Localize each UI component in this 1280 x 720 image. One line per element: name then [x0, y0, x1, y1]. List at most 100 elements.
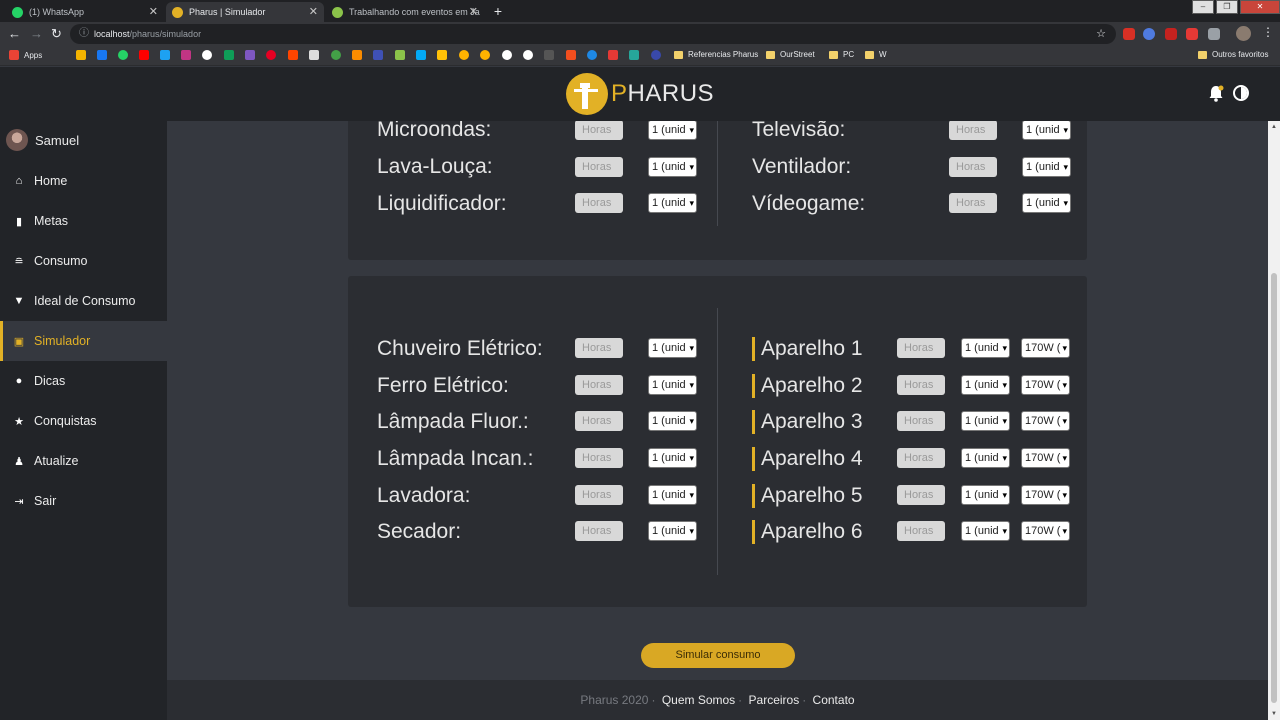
bookmark-icon[interactable] — [459, 50, 469, 60]
close-tab-icon[interactable]: ✕ — [309, 5, 318, 18]
bookmark-icon[interactable] — [245, 50, 255, 60]
facebook-icon[interactable] — [97, 50, 107, 60]
reload-icon[interactable]: ↻ — [51, 27, 62, 41]
bookmark-folder-outros[interactable]: Outros favoritos — [1198, 50, 1268, 59]
quantity-select[interactable]: 1 (unid ▾ — [1022, 193, 1071, 213]
quantity-select[interactable]: 1 (unid ▾ — [961, 338, 1010, 358]
sidebar-item-consumo[interactable]: ≘ Consumo — [0, 241, 167, 281]
extension-icon[interactable] — [1186, 28, 1198, 40]
hours-input[interactable]: Horas — [949, 193, 997, 213]
footer-link-quem-somos[interactable]: Quem Somos — [662, 693, 735, 707]
drive-icon[interactable] — [224, 50, 234, 60]
quantity-select[interactable]: 1 (unid ▾ — [648, 448, 697, 468]
quantity-select[interactable]: 1 (unid ▾ — [648, 521, 697, 541]
sidebar-item-ideal-de-consumo[interactable]: ▼ Ideal de Consumo — [0, 281, 167, 321]
quantity-select[interactable]: 1 (unid ▾ — [961, 521, 1010, 541]
hours-input[interactable]: Horas — [575, 521, 623, 541]
hours-input[interactable]: Horas — [897, 375, 945, 395]
quantity-select[interactable]: 1 (unid ▾ — [1022, 121, 1071, 140]
power-select[interactable]: 170W (▾ — [1021, 375, 1070, 395]
quantity-select[interactable]: 1 (unid ▾ — [648, 157, 697, 177]
hours-input[interactable]: Horas — [897, 338, 945, 358]
bookmark-folder-pc[interactable]: PC — [829, 50, 854, 59]
hours-input[interactable]: Horas — [897, 411, 945, 431]
tab-pharus-simulador[interactable]: Pharus | Simulador ✕ — [166, 2, 324, 22]
profile-avatar[interactable] — [1236, 26, 1251, 41]
sidebar-item-atualize[interactable]: ♟ Atualize — [0, 441, 167, 481]
sidebar-item-conquistas[interactable]: ★ Conquistas — [0, 401, 167, 441]
info-icon[interactable]: ⓘ — [79, 24, 89, 44]
scroll-up-icon[interactable]: ▲ — [1268, 121, 1280, 133]
power-select[interactable]: 170W (▾ — [1021, 485, 1070, 505]
twitter-icon[interactable] — [160, 50, 170, 60]
bookmark-icon[interactable] — [480, 50, 490, 60]
quantity-select[interactable]: 1 (unid ▾ — [1022, 157, 1071, 177]
pharus-logo[interactable]: PHARUS — [566, 73, 714, 115]
hours-input[interactable]: Horas — [897, 521, 945, 541]
bookmark-icon[interactable] — [629, 50, 639, 60]
quantity-select[interactable]: 1 (unid ▾ — [961, 485, 1010, 505]
bookmark-icon[interactable] — [651, 50, 661, 60]
power-select[interactable]: 170W (▾ — [1021, 448, 1070, 468]
extension-icon[interactable] — [1123, 28, 1135, 40]
instagram-icon[interactable] — [181, 50, 191, 60]
close-tab-icon[interactable]: ✕ — [469, 5, 478, 18]
bookmark-icon[interactable] — [76, 50, 86, 60]
hours-input[interactable]: Horas — [897, 485, 945, 505]
sidebar-item-simulador[interactable]: ▣ Simulador — [0, 321, 167, 361]
github-icon[interactable] — [502, 50, 512, 60]
bookmark-icon[interactable] — [608, 50, 618, 60]
power-select[interactable]: 170W (▾ — [1021, 521, 1070, 541]
quantity-select[interactable]: 1 (unid ▾ — [648, 375, 697, 395]
bookmark-apps[interactable]: Apps — [9, 50, 42, 60]
bookmark-icon[interactable] — [288, 50, 298, 60]
scrollbar-thumb[interactable] — [1271, 273, 1277, 703]
bookmark-folder-ourstreet[interactable]: OurStreet — [766, 50, 815, 59]
power-select[interactable]: 170W (▾ — [1021, 411, 1070, 431]
bookmark-icon[interactable] — [437, 50, 447, 60]
quantity-select[interactable]: 1 (unid ▾ — [648, 193, 697, 213]
close-tab-icon[interactable]: ✕ — [149, 5, 158, 18]
back-icon[interactable]: ← — [8, 27, 21, 41]
new-tab-button[interactable]: + — [490, 3, 506, 19]
quantity-select[interactable]: 1 (unid ▾ — [961, 375, 1010, 395]
hours-input[interactable]: Horas — [575, 193, 623, 213]
hours-input[interactable]: Horas — [949, 121, 997, 140]
bookmark-icon[interactable] — [331, 50, 341, 60]
bookmark-icon[interactable] — [416, 50, 426, 60]
extension-icon[interactable] — [1143, 28, 1155, 40]
sidebar-item-sair[interactable]: ⇥ Sair — [0, 481, 167, 521]
whatsapp-icon[interactable] — [118, 50, 128, 60]
user-profile[interactable]: Samuel — [6, 129, 79, 151]
theme-toggle-icon[interactable] — [1233, 85, 1249, 101]
scroll-down-icon[interactable]: ▼ — [1268, 708, 1280, 720]
simulate-consumption-button[interactable]: Simular consumo — [641, 643, 795, 668]
google-icon[interactable] — [202, 50, 212, 60]
minimize-button[interactable]: – — [1192, 0, 1214, 14]
footer-link-parceiros[interactable]: Parceiros — [749, 693, 800, 707]
extension-icon[interactable] — [1208, 28, 1220, 40]
hours-input[interactable]: Horas — [575, 157, 623, 177]
bookmark-icon[interactable] — [373, 50, 383, 60]
hours-input[interactable]: Horas — [575, 411, 623, 431]
hours-input[interactable]: Horas — [949, 157, 997, 177]
figma-icon[interactable] — [566, 50, 576, 60]
quantity-select[interactable]: 1 (unid ▾ — [648, 121, 697, 140]
tab-trabalhando-eventos[interactable]: Trabalhando com eventos em Ja ✕ — [326, 2, 484, 22]
bookmark-icon[interactable] — [544, 50, 554, 60]
quantity-select[interactable]: 1 (unid ▾ — [961, 411, 1010, 431]
page-scrollbar[interactable]: ▲ ▼ — [1268, 121, 1280, 720]
sidebar-item-dicas[interactable]: ● Dicas — [0, 361, 167, 401]
bookmark-star-icon[interactable]: ☆ — [1096, 24, 1106, 44]
bookmark-folder-w[interactable]: W — [865, 50, 887, 59]
bookmark-icon[interactable] — [352, 50, 362, 60]
more-menu-icon[interactable]: ⋮ — [1262, 25, 1274, 39]
bookmark-icon[interactable] — [587, 50, 597, 60]
address-bar[interactable]: ⓘ localhost/pharus/simulador ☆ — [70, 24, 1116, 44]
close-window-button[interactable]: ✕ — [1240, 0, 1280, 14]
youtube-icon[interactable] — [139, 50, 149, 60]
power-select[interactable]: 170W (▾ — [1021, 338, 1070, 358]
quantity-select[interactable]: 1 (unid ▾ — [648, 338, 697, 358]
forward-icon[interactable]: → — [30, 27, 43, 41]
bookmark-icon[interactable] — [395, 50, 405, 60]
